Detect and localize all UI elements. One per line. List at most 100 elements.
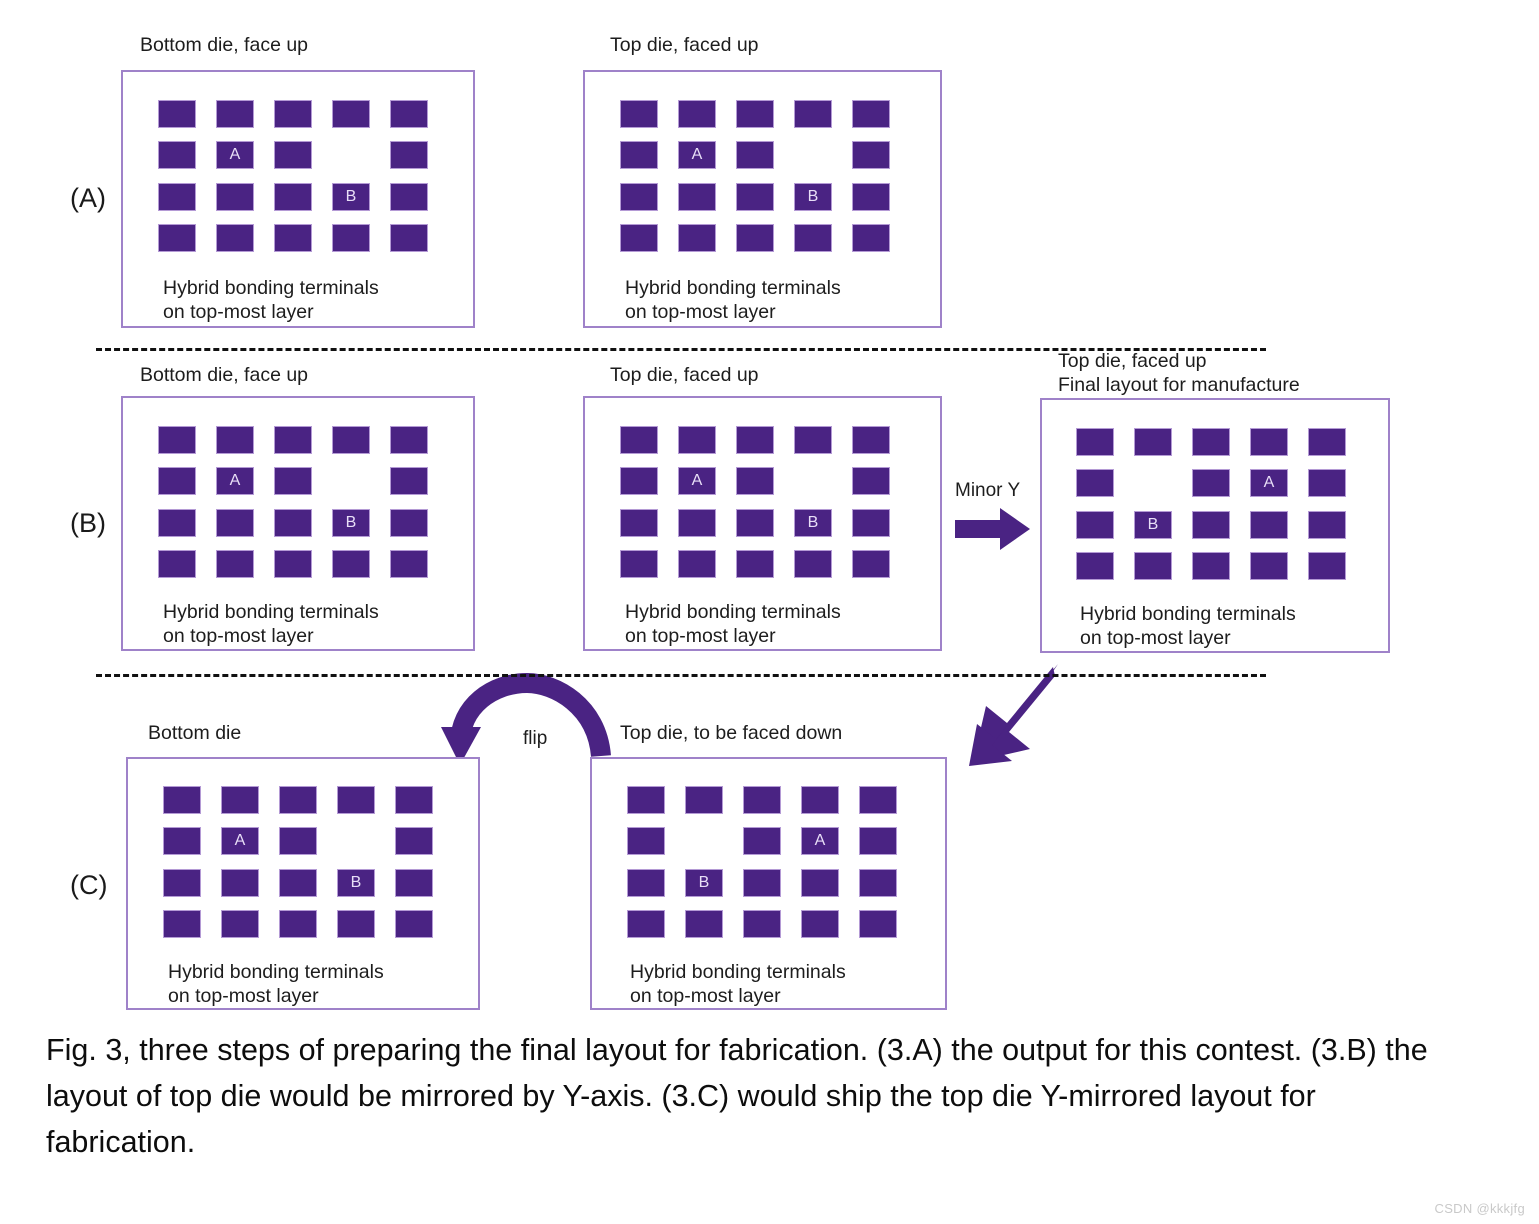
terminal — [794, 100, 832, 128]
row-label-b: (B) — [70, 508, 106, 538]
panel-title-a-top: Top die, faced up — [610, 34, 759, 58]
terminal — [1134, 428, 1172, 456]
terminal-grid: A B — [163, 786, 453, 951]
panel-title-c-top: Top die, to be faced down — [620, 722, 842, 746]
terminal — [736, 426, 774, 454]
terminal — [395, 909, 433, 938]
terminal — [1308, 551, 1346, 580]
terminal — [794, 549, 832, 578]
terminal — [158, 223, 196, 252]
terminal — [279, 909, 317, 938]
terminal — [1308, 469, 1346, 498]
panel-title-line: Bottom die, face up — [140, 364, 309, 386]
figure-caption: Fig. 3, three steps of preparing the fin… — [46, 1033, 1428, 1159]
terminal — [859, 868, 897, 897]
terminal — [1250, 428, 1288, 456]
terminal — [678, 223, 716, 252]
terminal — [859, 786, 897, 814]
panel-title-line: Top die, faced up — [610, 364, 759, 386]
panel-footnote-line1: Hybrid bonding terminals — [163, 601, 379, 623]
terminal-grid: A B — [158, 100, 448, 265]
terminal — [279, 827, 317, 856]
terminal-b: B — [332, 182, 370, 211]
terminal — [678, 100, 716, 128]
terminal — [627, 786, 665, 814]
panel-footnote-line1: Hybrid bonding terminals — [630, 961, 846, 983]
terminal — [390, 467, 428, 496]
terminal — [678, 508, 716, 537]
terminal-empty — [332, 467, 370, 495]
terminal — [337, 786, 375, 814]
terminal — [620, 223, 658, 252]
terminal — [620, 100, 658, 128]
panel-footnote-line2: on top-most layer — [1080, 626, 1231, 649]
terminal — [332, 549, 370, 578]
terminal — [158, 508, 196, 537]
terminal — [395, 827, 433, 856]
terminal-a: A — [801, 827, 839, 856]
terminal — [332, 426, 370, 454]
terminal-grid: A B — [620, 426, 910, 591]
terminal — [859, 909, 897, 938]
terminal — [1192, 510, 1230, 539]
panel-footnote-line2: on top-most layer — [625, 300, 776, 323]
panel-footnote: Hybrid bonding terminals on top-most lay… — [168, 961, 384, 1009]
terminal — [163, 827, 201, 856]
terminal — [1192, 428, 1230, 456]
terminal-a: A — [216, 141, 254, 170]
panel-footnote: Hybrid bonding terminals on top-most lay… — [163, 277, 379, 325]
panel-footnote: Hybrid bonding terminals on top-most lay… — [625, 277, 841, 325]
terminal — [1250, 510, 1288, 539]
terminal — [274, 508, 312, 537]
panel-title-line: Top die, to be faced down — [620, 722, 843, 744]
terminal — [620, 549, 658, 578]
terminal — [852, 467, 890, 496]
terminal-empty — [1134, 469, 1172, 497]
terminal — [627, 868, 665, 897]
terminal — [163, 786, 201, 814]
terminal-a: A — [1250, 469, 1288, 498]
terminal — [743, 827, 781, 856]
panel-footnote-line1: Hybrid bonding terminals — [168, 961, 384, 983]
terminal — [620, 141, 658, 170]
panel-footnote-line1: Hybrid bonding terminals — [625, 601, 841, 623]
terminal — [678, 426, 716, 454]
terminal — [163, 909, 201, 938]
panel-footnote: Hybrid bonding terminals on top-most lay… — [1080, 603, 1296, 651]
panel-footnote-line1: Hybrid bonding terminals — [625, 277, 841, 299]
terminal — [743, 909, 781, 938]
terminal — [158, 467, 196, 496]
terminal — [1250, 551, 1288, 580]
terminal — [1308, 428, 1346, 456]
ship-down-arrow — [969, 664, 1058, 766]
terminal — [390, 141, 428, 170]
terminal — [736, 141, 774, 170]
terminal — [1076, 551, 1114, 580]
minor-y-arrow — [955, 508, 1030, 550]
terminal — [332, 223, 370, 252]
terminal-b: B — [685, 868, 723, 897]
terminal — [620, 508, 658, 537]
panel-b-top: A B Hybrid bonding terminals on top-most… — [583, 396, 942, 651]
terminal — [801, 786, 839, 814]
terminal — [852, 549, 890, 578]
panel-footnote-line2: on top-most layer — [163, 624, 314, 647]
terminal — [620, 426, 658, 454]
terminal — [678, 182, 716, 211]
terminal — [743, 786, 781, 814]
terminal — [852, 223, 890, 252]
panel-a-bottom: A B Hybrid bonding terminals on top-most… — [121, 70, 475, 328]
terminal-empty — [332, 141, 370, 169]
terminal — [390, 508, 428, 537]
terminal — [274, 223, 312, 252]
terminal — [221, 868, 259, 897]
terminal — [685, 786, 723, 814]
terminal — [794, 426, 832, 454]
terminal — [395, 868, 433, 897]
panel-footnote-line2: on top-most layer — [630, 984, 781, 1007]
terminal — [852, 182, 890, 211]
terminal — [1076, 510, 1114, 539]
terminal-a: A — [216, 467, 254, 496]
terminal — [627, 827, 665, 856]
panel-footnote: Hybrid bonding terminals on top-most lay… — [625, 601, 841, 649]
